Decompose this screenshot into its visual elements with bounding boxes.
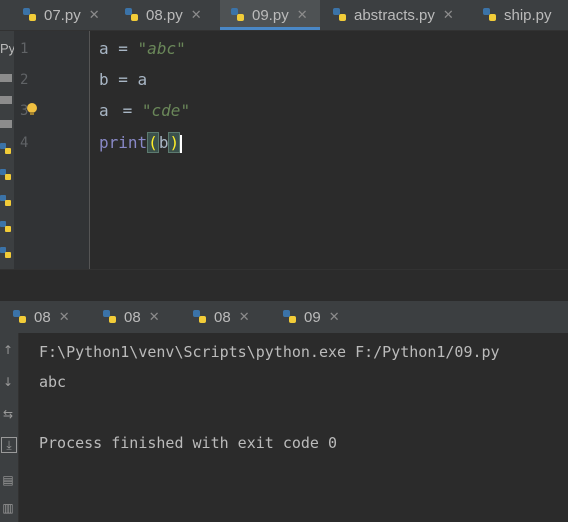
tab-label: 07.py <box>44 6 81 24</box>
python-file-icon <box>13 310 26 323</box>
python-file-icon <box>0 169 11 180</box>
scroll-down-icon[interactable]: ↓ <box>1 375 15 389</box>
line-number: 2 <box>20 72 29 88</box>
soft-wrap-icon[interactable]: ⇆ <box>1 407 15 421</box>
line-number: 4 <box>20 135 29 151</box>
panel-splitter[interactable] <box>0 269 568 302</box>
python-file-icon <box>193 310 206 323</box>
folder-icon <box>0 96 12 104</box>
run-tab-09[interactable]: 09 ✕ <box>282 301 340 333</box>
close-icon[interactable]: ✕ <box>443 7 454 23</box>
close-icon[interactable]: ✕ <box>149 309 160 325</box>
run-tab-08[interactable]: 08 ✕ <box>12 301 70 333</box>
python-file-icon <box>333 8 346 21</box>
python-file-icon <box>0 195 11 206</box>
code-line-4: print(b) <box>99 132 183 153</box>
close-icon[interactable]: ✕ <box>329 309 340 325</box>
run-tab-label: 09 <box>304 308 321 326</box>
tab-label: ship.py <box>504 6 552 24</box>
python-file-icon <box>483 8 496 21</box>
close-icon[interactable]: ✕ <box>297 7 308 23</box>
console-exit-message: Process finished with exit code 0 <box>39 434 338 452</box>
python-file-icon <box>231 8 244 21</box>
close-icon[interactable]: ✕ <box>191 7 202 23</box>
scroll-to-end-icon[interactable]: ⤓ <box>1 437 17 453</box>
python-file-icon <box>283 310 296 323</box>
run-console[interactable]: F:\Python1\venv\Scripts\python.exe F:/Py… <box>19 333 568 522</box>
python-file-icon <box>23 8 36 21</box>
tab-label: 08.py <box>146 6 183 24</box>
tab-ship-py[interactable]: ship.py <box>482 0 568 30</box>
tab-08-py[interactable]: 08.py ✕ <box>124 0 216 30</box>
run-tab-label: 08 <box>34 308 51 326</box>
code-line-2: b = a <box>99 70 148 89</box>
console-output: abc <box>39 373 67 391</box>
print-icon[interactable]: ▤ <box>1 473 15 487</box>
tab-label: 09.py <box>252 6 289 24</box>
line-number: 3 <box>20 103 29 119</box>
close-icon[interactable]: ✕ <box>59 309 70 325</box>
console-command: F:\Python1\venv\Scripts\python.exe F:/Py… <box>39 343 500 361</box>
tab-label: abstracts.py <box>354 6 435 24</box>
tab-abstracts-py[interactable]: abstracts.py ✕ <box>332 0 472 30</box>
folder-icon <box>0 120 12 128</box>
run-tab-08[interactable]: 08 ✕ <box>192 301 250 333</box>
folder-icon <box>0 74 12 82</box>
code-editor[interactable]: a = "abc" b = a a = "cde" print(b) <box>90 31 568 269</box>
line-number-gutter: 1 2 3 4 <box>14 31 90 269</box>
tool-strip-label: Py <box>0 41 16 56</box>
project-tool-strip: Py <box>0 31 16 301</box>
run-tab-08[interactable]: 08 ✕ <box>102 301 160 333</box>
code-line-1: a = "abc" <box>99 39 186 58</box>
run-tab-label: 08 <box>214 308 231 326</box>
run-tab-bar: 08 ✕ 08 ✕ 08 ✕ 09 ✕ <box>0 301 568 333</box>
editor-tab-bar: 07.py ✕ 08.py ✕ 09.py ✕ abstracts.py ✕ s… <box>0 0 568 31</box>
close-icon[interactable]: ✕ <box>89 7 100 23</box>
python-file-icon <box>0 143 11 154</box>
python-file-icon <box>125 8 138 21</box>
rerun-icon[interactable]: ↑ <box>1 343 15 357</box>
code-line-3: a = "cde" <box>99 101 191 120</box>
run-tab-label: 08 <box>124 308 141 326</box>
python-file-icon <box>103 310 116 323</box>
tab-07-py[interactable]: 07.py ✕ <box>22 0 112 30</box>
text-cursor <box>180 134 183 153</box>
trash-icon[interactable]: ▥ <box>1 501 15 515</box>
line-number: 1 <box>20 41 29 57</box>
tab-09-py[interactable]: 09.py ✕ <box>220 0 320 30</box>
python-file-icon <box>0 247 11 258</box>
run-toolbar: ↑ ↓ ⇆ ⤓ ▤ ▥ <box>0 333 19 522</box>
close-icon[interactable]: ✕ <box>239 309 250 325</box>
python-file-icon <box>0 221 11 232</box>
